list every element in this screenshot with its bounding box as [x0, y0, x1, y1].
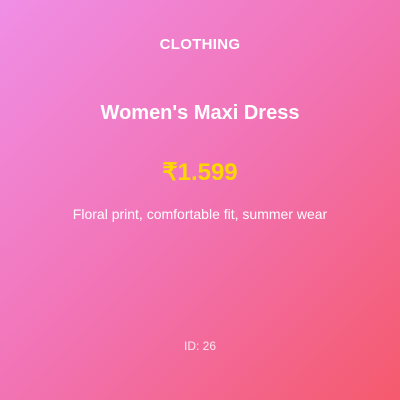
product-category: CLOTHING	[159, 36, 241, 53]
product-card: CLOTHING Women's Maxi Dress ₹1.599 Flora…	[0, 0, 400, 400]
product-description: Floral print, comfortable fit, summer we…	[72, 206, 328, 222]
product-id: ID: 26	[183, 339, 216, 353]
product-price: ₹1.599	[162, 159, 238, 186]
product-title: Women's Maxi Dress	[100, 102, 300, 124]
